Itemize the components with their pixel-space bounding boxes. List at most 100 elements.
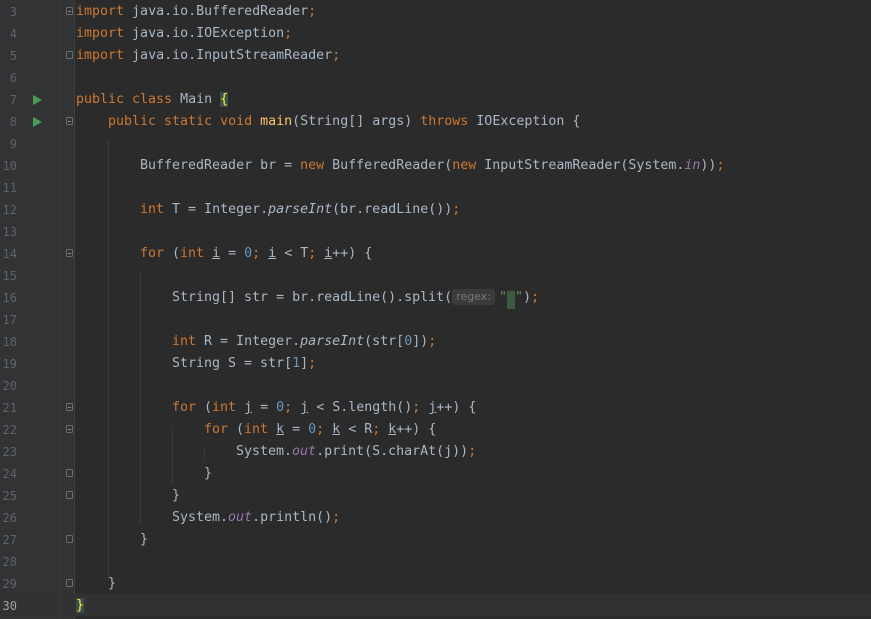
run-gutter-icon[interactable]: [33, 117, 42, 127]
line-number: 20: [2, 379, 17, 393]
code-line[interactable]: 12 int T = Integer.parseInt(br.readLine()…: [0, 199, 871, 221]
run-gutter-icon[interactable]: [33, 95, 42, 105]
code-line[interactable]: 4 import java.io.IOException;: [0, 23, 871, 45]
code-token: 1: [292, 356, 301, 371]
code-token: ": [515, 290, 524, 305]
code-line[interactable]: 30}: [0, 595, 871, 617]
code-token: public class: [76, 92, 173, 107]
code-text: public class Main {: [76, 89, 229, 111]
code-line[interactable]: 18 int R = Integer.parseInt(str[0]);: [0, 331, 871, 353]
code-editor[interactable]: 3 import java.io.BufferedReader; 4 import j…: [0, 0, 871, 619]
code-token: R = Integer.: [196, 334, 301, 349]
code-line[interactable]: 14 for (int i = 0; i < T; i++) {: [0, 243, 871, 265]
code-token: }: [140, 532, 149, 547]
line-number: 12: [2, 203, 17, 217]
line-number: 5: [9, 49, 17, 63]
code-token: String[] str = br.readLine().split(: [172, 290, 453, 305]
fold-marker-icon[interactable]: [66, 51, 73, 59]
code-token: BufferedReader(: [324, 158, 453, 173]
code-token: out: [292, 444, 317, 459]
code-token: ;: [428, 334, 437, 349]
code-line[interactable]: 24}: [0, 463, 871, 485]
line-number: 27: [2, 533, 17, 547]
code-text: }: [172, 485, 180, 507]
code-token: 0: [276, 400, 285, 415]
line-number: 13: [2, 225, 17, 239]
code-token: throws: [420, 114, 469, 129]
code-token: .print(S.charAt(j)): [316, 444, 469, 459]
code-token: import: [76, 4, 125, 19]
code-line[interactable]: 16 String[] str = br.readLine().split(reg…: [0, 287, 871, 309]
code-line[interactable]: 7 public class Main {: [0, 89, 871, 111]
code-token: for: [204, 422, 229, 437]
code-text: }: [204, 463, 212, 485]
code-token: =: [252, 400, 277, 415]
code-token: System.: [172, 510, 229, 525]
code-token: parseInt: [268, 202, 333, 217]
code-text: import java.io.IOException;: [76, 23, 292, 45]
fold-marker-icon[interactable]: [66, 579, 73, 587]
code-token: int: [172, 334, 197, 349]
code-line[interactable]: 25}: [0, 485, 871, 507]
code-text: for (int k = 0; k < R; k++) {: [204, 419, 436, 441]
code-line[interactable]: 8 public static void main(String[] args) …: [0, 111, 871, 133]
code-line[interactable]: 15: [0, 265, 871, 287]
line-number: 11: [2, 181, 17, 195]
code-token: k: [332, 422, 341, 437]
code-text: }: [108, 573, 116, 595]
code-line[interactable]: 11: [0, 177, 871, 199]
code-token: j: [244, 400, 253, 415]
fold-marker-icon[interactable]: [66, 425, 73, 433]
code-line[interactable]: 17: [0, 309, 871, 331]
code-line[interactable]: 3 import java.io.BufferedReader;: [0, 1, 871, 23]
code-token: ;: [308, 356, 317, 371]
code-line[interactable]: 5 import java.io.InputStreamReader;: [0, 45, 871, 67]
line-number: 29: [2, 577, 17, 591]
code-text: BufferedReader br = new BufferedReader(n…: [140, 155, 724, 177]
code-token: =: [220, 246, 245, 261]
code-line[interactable]: 21 for (int j = 0; j < S.length(); j++) {: [0, 397, 871, 419]
code-line[interactable]: 22 for (int k = 0; k < R; k++) {: [0, 419, 871, 441]
code-token: ;: [332, 48, 341, 63]
code-line[interactable]: 26 System.out.println();: [0, 507, 871, 529]
line-number: 8: [9, 115, 17, 129]
code-token: T = Integer.: [164, 202, 269, 217]
code-token: )): [700, 158, 717, 173]
code-token: new: [452, 158, 477, 173]
line-number: 10: [2, 159, 17, 173]
code-line[interactable]: 10 BufferedReader br = new BufferedReader…: [0, 155, 871, 177]
code-line[interactable]: 6: [0, 67, 871, 89]
fold-marker-icon[interactable]: [66, 469, 73, 477]
code-token: import: [76, 48, 125, 63]
code-token: public static void: [108, 114, 253, 129]
code-token: main: [260, 114, 293, 129]
code-token: out: [228, 510, 253, 525]
fold-marker-icon[interactable]: [66, 491, 73, 499]
fold-marker-icon[interactable]: [66, 7, 73, 15]
code-token: String S = str[: [172, 356, 293, 371]
code-token: int: [212, 400, 237, 415]
code-line[interactable]: 20: [0, 375, 871, 397]
code-token: (: [196, 400, 213, 415]
code-line[interactable]: 23 System.out.print(S.charAt(j));: [0, 441, 871, 463]
code-line[interactable]: 27}: [0, 529, 871, 551]
line-number: 19: [2, 357, 17, 371]
code-token: i: [268, 246, 277, 261]
fold-marker-icon[interactable]: [66, 117, 73, 125]
code-line[interactable]: 19 String S = str[1];: [0, 353, 871, 375]
code-token: BufferedReader br =: [140, 158, 301, 173]
line-number: 7: [9, 93, 17, 107]
code-line[interactable]: 13: [0, 221, 871, 243]
code-line[interactable]: 28: [0, 551, 871, 573]
code-token: int: [180, 246, 205, 261]
fold-marker-icon[interactable]: [66, 249, 73, 257]
code-line[interactable]: 29}: [0, 573, 871, 595]
fold-marker-icon[interactable]: [66, 535, 73, 543]
code-line[interactable]: 9: [0, 133, 871, 155]
fold-marker-icon[interactable]: [66, 403, 73, 411]
code-token: ;: [468, 444, 477, 459]
code-token: ;: [332, 510, 341, 525]
